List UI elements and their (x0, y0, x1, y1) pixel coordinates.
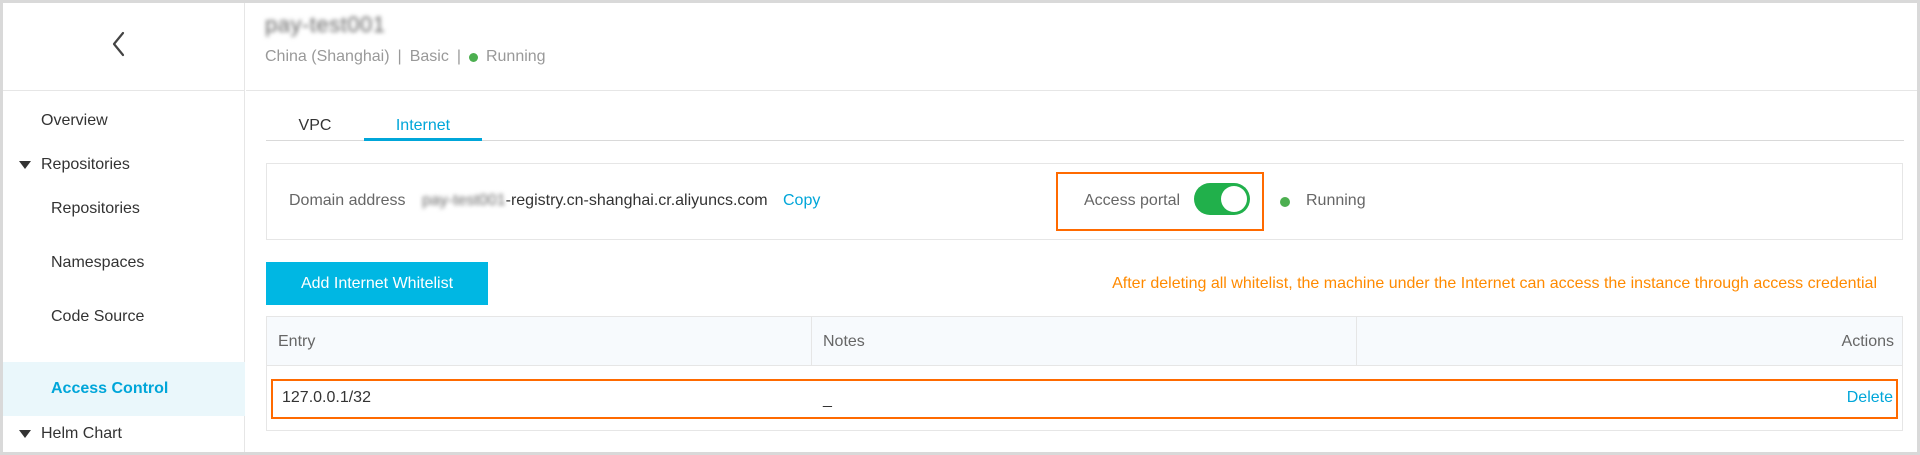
add-internet-whitelist-button[interactable]: Add Internet Whitelist (266, 262, 488, 305)
back-area (3, 3, 245, 91)
delete-link[interactable]: Delete (1847, 389, 1893, 407)
domain-prefix: pay-test001 (422, 192, 506, 209)
tab-internet[interactable]: Internet (364, 112, 482, 141)
whitelist-table: Entry Notes Actions 127.0.0.1/32 _ Delet… (266, 316, 1903, 431)
caret-down-icon (19, 161, 31, 169)
column-header-actions: Actions (1841, 333, 1894, 350)
toggle-knob (1221, 186, 1247, 212)
table-cell-notes: _ (823, 391, 832, 408)
copy-link[interactable]: Copy (783, 192, 820, 210)
table-header: Entry Notes Actions (267, 317, 1902, 366)
domain-suffix: -registry.cn-shanghai.cr.aliyuncs.com (505, 192, 768, 209)
status-dot-icon (468, 52, 478, 62)
separator: | (397, 48, 402, 65)
table-row-highlight (271, 379, 1898, 419)
sidebar-item-label: Namespaces (51, 254, 145, 271)
sidebar-item-code-source[interactable]: Code Source (3, 290, 245, 344)
whitelist-warning: After deleting all whitelist, the machin… (1112, 275, 1877, 292)
sidebar-item-label: Helm Chart (41, 425, 122, 442)
domain-address-value: pay-test001-registry.cn-shanghai.cr.aliy… (422, 192, 768, 210)
sidebar-item-label: Access Control (51, 380, 169, 397)
access-portal-label: Access portal (1084, 192, 1181, 209)
sidebar-group-helm-chart[interactable]: Helm Chart (3, 416, 245, 452)
sidebar: Overview Repositories Repositories Names… (3, 3, 245, 452)
instance-header: pay-test001 China (Shanghai) | Basic | R… (246, 3, 1917, 91)
chevron-left-icon[interactable] (106, 27, 132, 61)
tab-vpc[interactable]: VPC (266, 112, 364, 141)
caret-down-icon (19, 430, 31, 438)
domain-address-label: Domain address (289, 192, 406, 209)
tab-bar: VPC Internet (266, 112, 1904, 141)
sidebar-item-repositories[interactable]: Repositories (3, 182, 245, 236)
edition-label: Basic (409, 48, 449, 65)
instance-meta: China (Shanghai) | Basic | Running (265, 48, 546, 66)
sidebar-item-label: Overview (41, 112, 108, 129)
instance-status: Running (485, 48, 546, 65)
status-dot-icon (1280, 197, 1290, 207)
region-label: China (Shanghai) (265, 48, 390, 65)
sidebar-item-label: Code Source (51, 308, 145, 325)
sidebar-item-label: Repositories (41, 156, 130, 173)
sidebar-item-namespaces[interactable]: Namespaces (3, 236, 245, 290)
column-header-notes: Notes (812, 317, 1357, 366)
domain-panel: Domain address pay-test001-registry.cn-s… (266, 163, 1903, 240)
access-portal-toggle[interactable] (1194, 183, 1250, 215)
sidebar-item-access-control[interactable]: Access Control (3, 362, 245, 416)
access-portal-status: Running (1306, 192, 1366, 209)
separator: | (456, 48, 461, 65)
column-header-entry: Entry (267, 317, 812, 366)
instance-name: pay-test001 (265, 12, 386, 37)
sidebar-item-label: Repositories (51, 200, 140, 217)
table-cell-entry: 127.0.0.1/32 (282, 389, 371, 406)
